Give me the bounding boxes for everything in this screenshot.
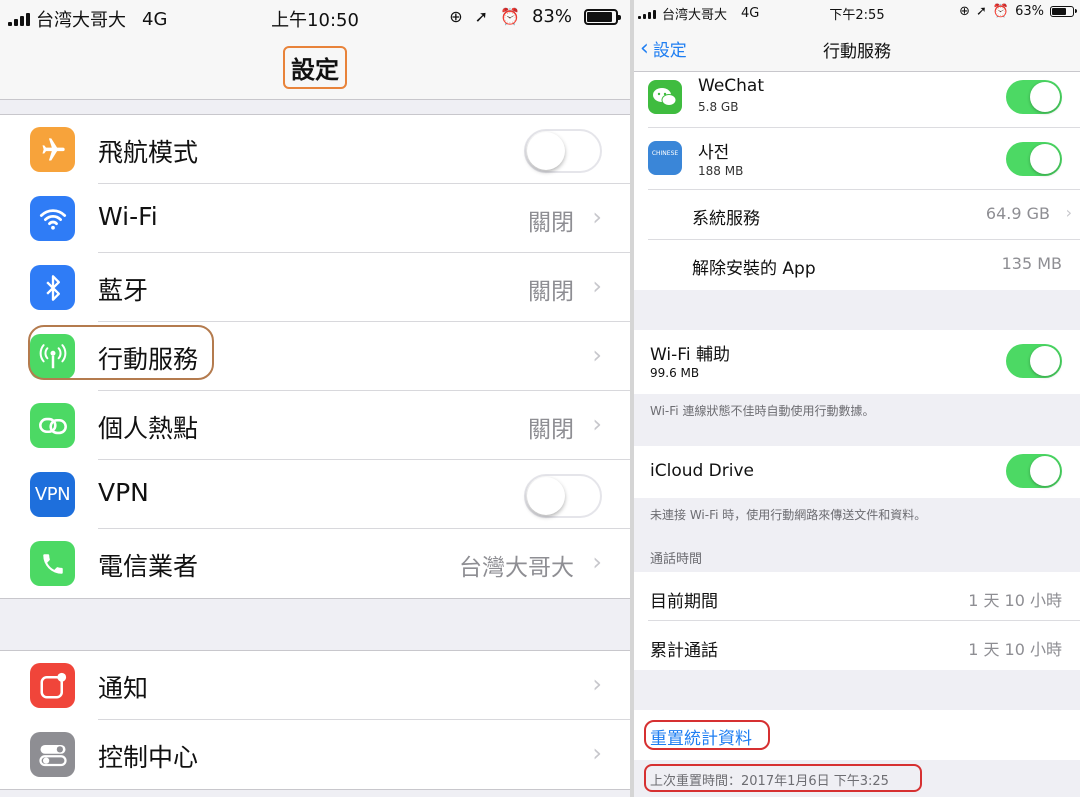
orientation-lock-icon: ⊕: [959, 4, 970, 19]
settings-row-label: 個人熱點: [98, 414, 199, 443]
control-center-icon: [30, 732, 75, 777]
settings-row-label: VPN: [98, 478, 149, 507]
settings-screen: 台湾大哥大 4G 上午10:50 ⊕ ➚ ⏰ 83% 設定 飛航模式 Wi-Fi 關…: [0, 0, 630, 797]
call-time-header: 通話時間: [650, 552, 703, 567]
system-services-value: 64.9 GB: [985, 204, 1050, 223]
reset-row: 重置統計資料: [634, 710, 1080, 760]
settings-row-value: 關閉: [528, 279, 574, 305]
app-name: 사전: [698, 143, 730, 163]
status-bar-right: 台湾大哥大 4G 下午2:55 ⊕ ➚ ⏰ 63%: [634, 0, 1080, 24]
lifetime-value: 1 天 10 小時: [968, 640, 1062, 659]
call-time-list: 目前期間 1 天 10 小時 累計通話 1 天 10 小時: [634, 572, 1080, 670]
app-name: WeChat: [698, 76, 764, 96]
uninstalled-apps-value: 135 MB: [1001, 254, 1062, 273]
icloud-drive-note: 未連接 Wi-Fi 時，使用行動網路來傳送文件和資料。: [650, 508, 927, 522]
app-data-size: 5.8 GB: [698, 100, 739, 114]
location-icon: ➚: [474, 7, 489, 26]
settings-row[interactable]: 行動服務 ›: [0, 322, 630, 391]
wifi-icon: [30, 196, 75, 241]
settings-row[interactable]: VPN VPN: [0, 460, 630, 529]
phone-icon: [30, 541, 75, 586]
toggle-switch[interactable]: [524, 129, 602, 173]
settings-row-label: 藍牙: [98, 276, 149, 305]
current-period-row: 目前期間 1 天 10 小時: [634, 572, 1080, 621]
settings-row-value: 關閉: [528, 210, 574, 236]
nav-bar-right: ‹ 設定 行動服務: [634, 24, 1080, 72]
wifi-assist-row: Wi-Fi 輔助 99.6 MB: [634, 330, 1080, 394]
location-icon: ➚: [976, 4, 987, 19]
current-period-label: 目前期間: [650, 592, 718, 612]
settings-row-value: 台灣大哥大: [459, 555, 574, 581]
dictionary-toggle[interactable]: [1006, 142, 1062, 176]
list-item-dictionary: CHINESE 사전 188 MB: [634, 128, 1080, 190]
settings-group-connectivity: 飛航模式 Wi-Fi 關閉 › 藍牙 關閉 › 行動服務 › 個人熱點 關閉 › VPN VPN 電信業者台…: [0, 114, 630, 599]
icloud-drive-row: iCloud Drive: [634, 446, 1080, 498]
settings-row-label: Wi-Fi: [98, 202, 158, 231]
settings-row[interactable]: Wi-Fi 關閉 ›: [0, 184, 630, 253]
app-data-size: 188 MB: [698, 164, 744, 178]
settings-row-value: 關閉: [528, 417, 574, 443]
highlight-outline: [644, 764, 922, 792]
wechat-icon: [648, 80, 682, 114]
chevron-right-icon: ›: [592, 739, 602, 767]
settings-row[interactable]: 控制中心 ›: [0, 720, 630, 789]
uninstalled-apps-row: 解除安裝的 App 135 MB: [634, 240, 1080, 290]
settings-row[interactable]: 藍牙 關閉 ›: [0, 253, 630, 322]
system-services-row[interactable]: 系統服務 64.9 GB ›: [634, 190, 1080, 240]
icloud-drive-toggle[interactable]: [1006, 454, 1062, 488]
page-title: 設定: [283, 46, 347, 89]
wifi-assist-toggle[interactable]: [1006, 344, 1062, 378]
chevron-right-icon: ›: [592, 410, 602, 438]
list-item-wechat: WeChat 5.8 GB: [634, 72, 1080, 128]
notification-icon: [30, 663, 75, 708]
alarm-icon: ⏰: [992, 4, 1010, 19]
vpn-icon: VPN: [30, 472, 75, 517]
alarm-icon: ⏰: [500, 7, 520, 26]
system-services-label: 系統服務: [692, 209, 760, 229]
wifi-assist-size: 99.6 MB: [650, 366, 700, 380]
bluetooth-icon: [30, 265, 75, 310]
highlight-outline: [28, 325, 214, 380]
settings-row-label: 飛航模式: [98, 138, 199, 167]
airplane-icon: [30, 127, 75, 172]
battery-percent: 83%: [531, 6, 572, 27]
settings-row[interactable]: 個人熱點 關閉 ›: [0, 391, 630, 460]
dictionary-icon: CHINESE: [648, 141, 682, 175]
uninstalled-apps-label: 解除安裝的 App: [692, 259, 816, 279]
chevron-right-icon: ›: [1065, 203, 1072, 222]
chevron-right-icon: ›: [592, 548, 602, 576]
hotspot-icon: [30, 403, 75, 448]
settings-row-label: 通知: [98, 674, 149, 703]
settings-row-label: 控制中心: [98, 743, 199, 772]
current-period-value: 1 天 10 小時: [968, 591, 1062, 610]
icloud-drive-label: iCloud Drive: [650, 461, 755, 481]
wifi-assist-label: Wi-Fi 輔助: [650, 345, 730, 365]
wifi-assist-note: Wi-Fi 連線狀態不佳時自動使用行動數據。: [650, 404, 875, 418]
cellular-screen: 台湾大哥大 4G 下午2:55 ⊕ ➚ ⏰ 63% ‹ 設定 行動服務 WeCh…: [634, 0, 1080, 797]
lifetime-row: 累計通話 1 天 10 小時: [634, 621, 1080, 670]
settings-row[interactable]: 電信業者 台灣大哥大 ›: [0, 529, 630, 598]
wechat-toggle[interactable]: [1006, 80, 1062, 114]
settings-group-system: 通知 › 控制中心 ›: [0, 650, 630, 790]
chevron-right-icon: ›: [592, 272, 602, 300]
lifetime-label: 累計通話: [650, 641, 718, 661]
settings-row-label: 電信業者: [98, 552, 199, 581]
highlight-outline: [644, 720, 770, 750]
chevron-right-icon: ›: [592, 203, 602, 231]
nav-bar: 設定: [0, 34, 630, 100]
chevron-right-icon: ›: [592, 341, 602, 369]
app-data-list: WeChat 5.8 GB CHINESE 사전 188 MB 系統服務 64.…: [634, 72, 1080, 290]
settings-row[interactable]: 通知 ›: [0, 651, 630, 720]
page-title: 行動服務: [823, 42, 891, 62]
battery-percent: 63%: [1015, 4, 1044, 19]
settings-row[interactable]: 飛航模式: [0, 115, 630, 184]
chevron-right-icon: ›: [592, 670, 602, 698]
toggle-switch[interactable]: [524, 474, 602, 518]
battery-icon: [1050, 6, 1077, 17]
battery-icon: [584, 8, 621, 25]
orientation-lock-icon: ⊕: [449, 7, 463, 26]
status-bar: 台湾大哥大 4G 上午10:50 ⊕ ➚ ⏰ 83%: [0, 0, 630, 34]
